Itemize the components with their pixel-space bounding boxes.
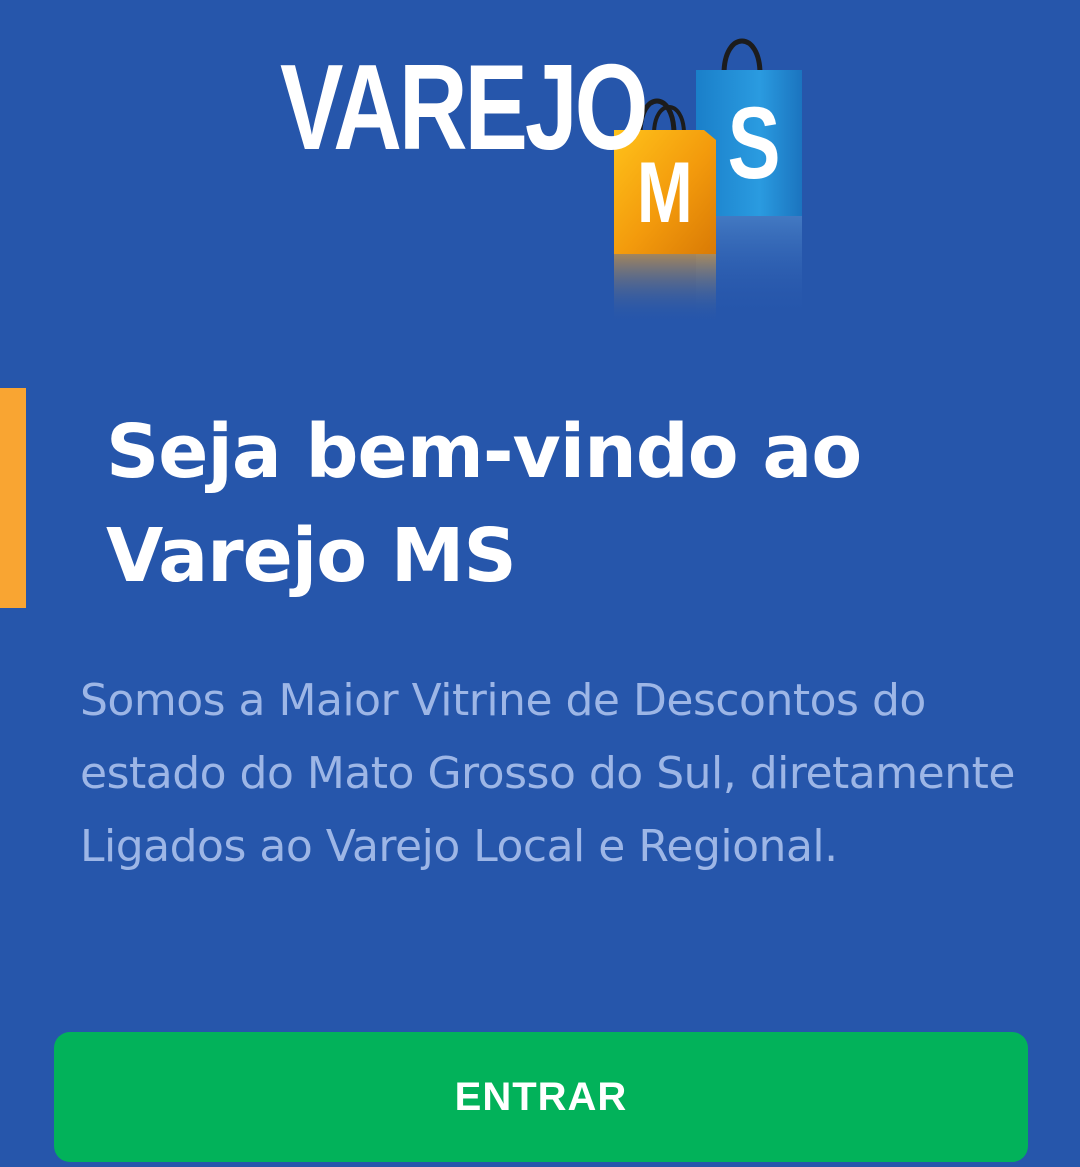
logo-letter-s: S [727, 86, 781, 200]
heading-accent-bar [0, 388, 26, 608]
logo-wordmark: VAREJO [280, 39, 649, 175]
welcome-screen: VAREJO S M Seja bem-vindo ao Varejo MS S… [0, 0, 1080, 1167]
intro-description: Somos a Maior Vitrine de Descontos do es… [80, 675, 1015, 872]
logo-letter-m: M [636, 145, 693, 241]
varejo-ms-logo: VAREJO S M [280, 30, 820, 324]
enter-button[interactable]: ENTRAR [54, 1032, 1028, 1162]
page-title: Seja bem-vindo ao Varejo MS [106, 409, 862, 599]
